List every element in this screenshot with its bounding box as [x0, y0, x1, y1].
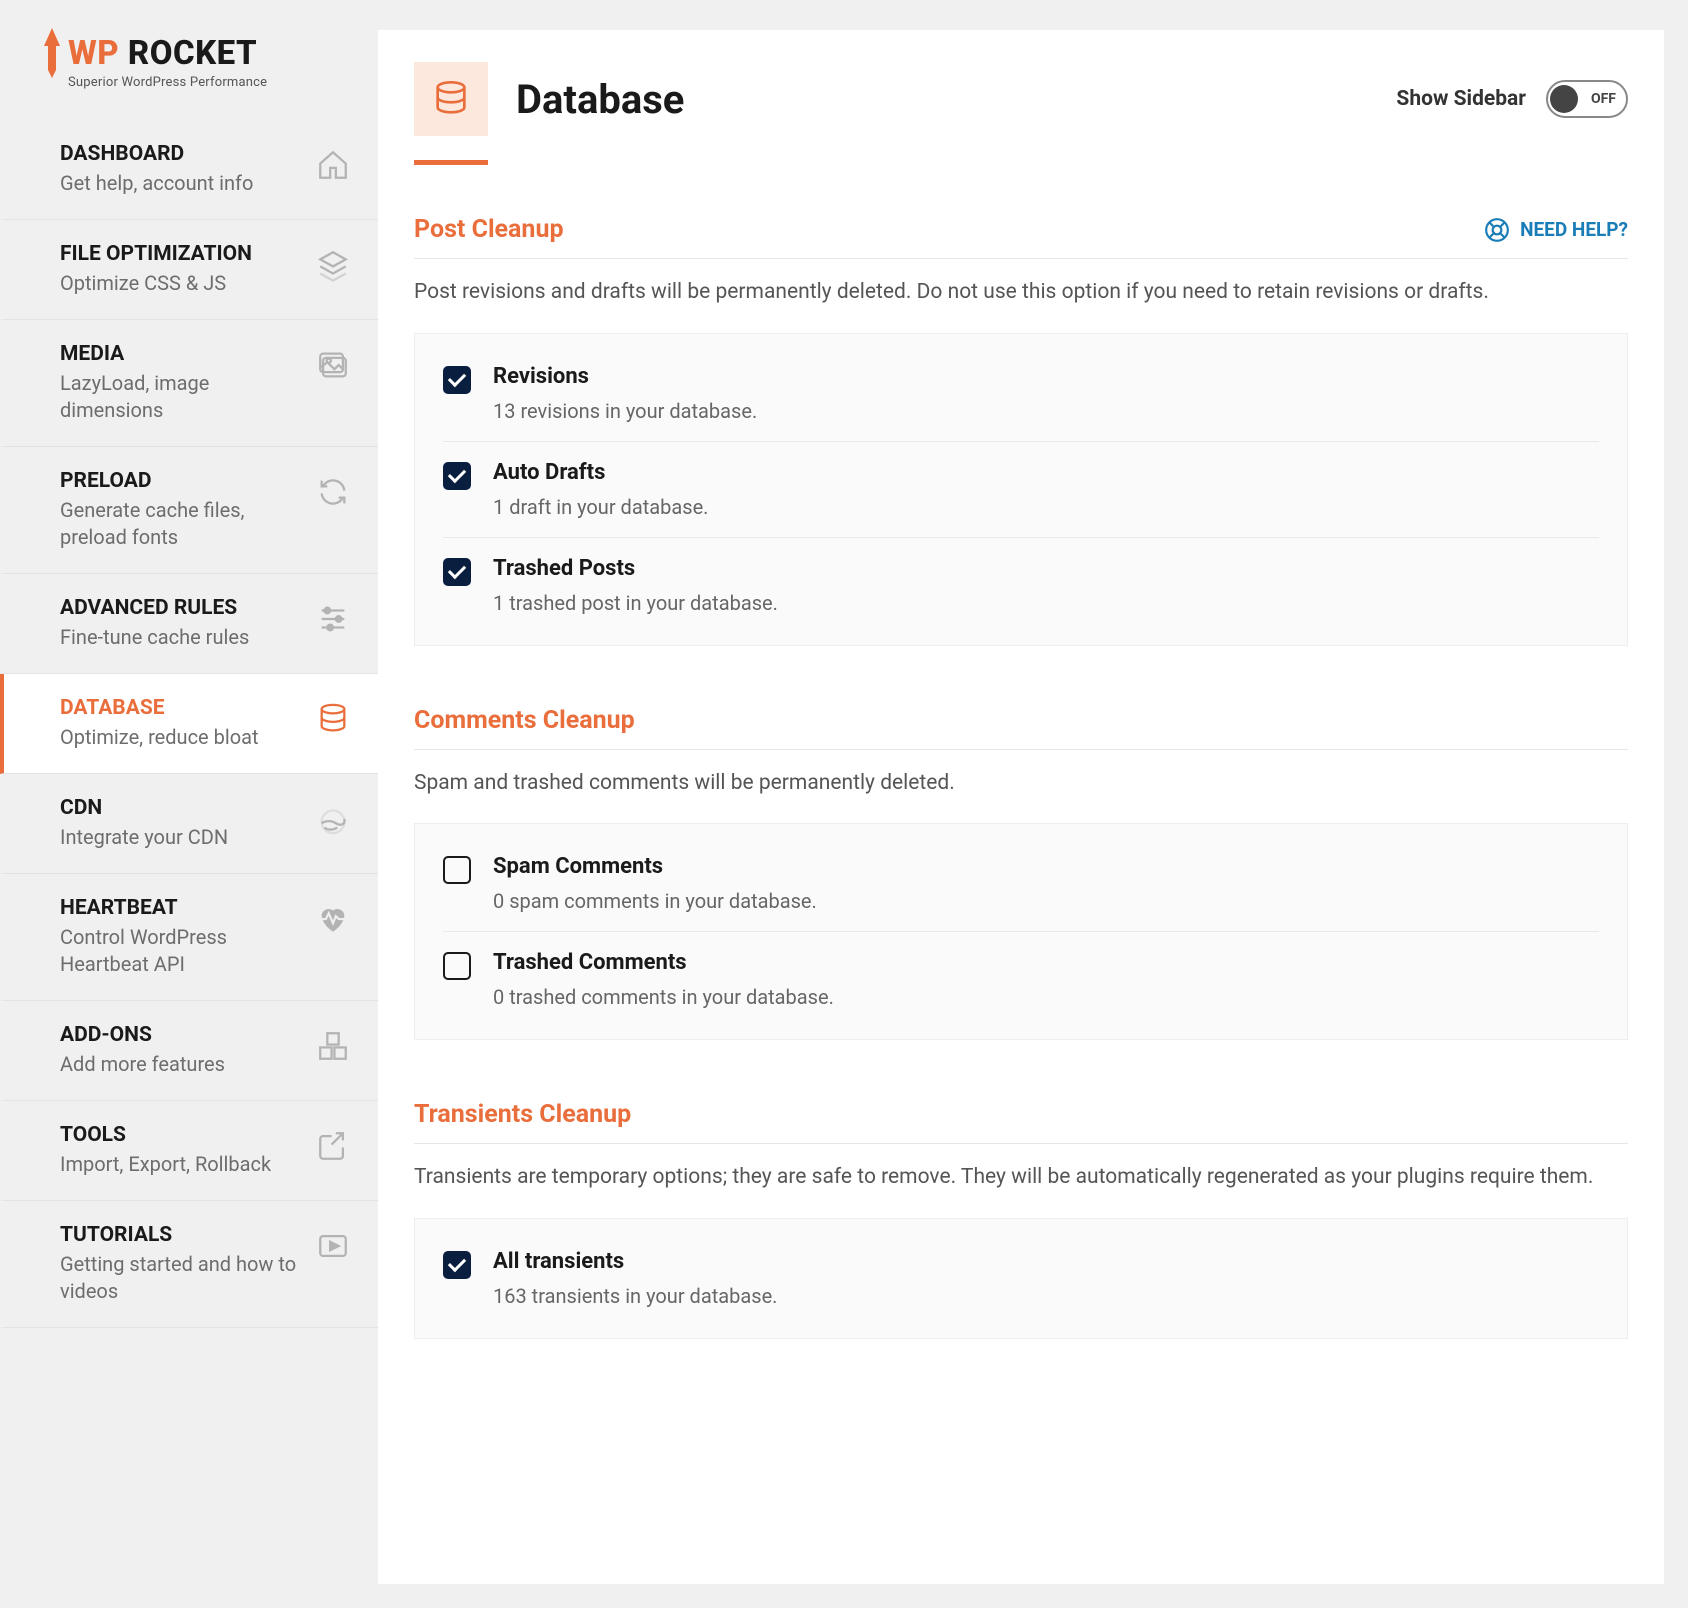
- option-sub: 163 transients in your database.: [493, 1284, 777, 1308]
- boxes-icon: [316, 1029, 350, 1063]
- images-icon: [316, 348, 350, 382]
- layers-icon: [316, 248, 350, 282]
- option-sub: 1 trashed post in your database.: [493, 591, 778, 615]
- nav-title: TUTORIALS: [60, 1223, 304, 1247]
- need-help-label: NEED HELP?: [1520, 218, 1628, 241]
- export-icon: [316, 1129, 350, 1163]
- section-desc: Transients are temporary options; they a…: [414, 1162, 1628, 1194]
- show-sidebar-label: Show Sidebar: [1396, 87, 1526, 111]
- sidebar-item-file-optimization[interactable]: FILE OPTIMIZATION Optimize CSS & JS: [0, 220, 378, 320]
- nav-title: CDN: [60, 796, 304, 820]
- nav-title: DATABASE: [60, 696, 304, 720]
- need-help-link[interactable]: NEED HELP?: [1484, 217, 1628, 243]
- sidebar-item-preload[interactable]: PRELOAD Generate cache files, preload fo…: [0, 447, 378, 574]
- option-row: Spam Comments 0 spam comments in your da…: [443, 848, 1599, 932]
- section-desc: Spam and trashed comments will be perman…: [414, 768, 1628, 800]
- option-label: All transients: [493, 1249, 777, 1274]
- option-row: All transients 163 transients in your da…: [443, 1243, 1599, 1314]
- nav-subtitle: Add more features: [60, 1051, 304, 1078]
- nav-subtitle: Control WordPress Heartbeat API: [60, 924, 304, 978]
- option-label: Trashed Comments: [493, 950, 834, 975]
- nav-subtitle: Get help, account info: [60, 170, 304, 197]
- lifebuoy-icon: [1484, 217, 1510, 243]
- option-label: Revisions: [493, 364, 757, 389]
- option-label: Trashed Posts: [493, 556, 778, 581]
- page-title: Database: [516, 76, 684, 123]
- brand-logo: WP ROCKET Superior WordPress Performance: [0, 0, 378, 120]
- refresh-icon: [316, 475, 350, 509]
- checkbox[interactable]: [443, 462, 471, 490]
- section-title: Transients Cleanup: [414, 1100, 631, 1129]
- video-icon: [316, 1229, 350, 1263]
- nav-title: DASHBOARD: [60, 142, 304, 166]
- nav-subtitle: Fine-tune cache rules: [60, 624, 304, 651]
- main-content: Database Show Sidebar OFF Post Cleanup N…: [378, 30, 1664, 1584]
- nav-subtitle: Getting started and how to videos: [60, 1251, 304, 1305]
- section-transients-cleanup: Transients Cleanup Transients are tempor…: [414, 1100, 1628, 1339]
- nav-title: TOOLS: [60, 1123, 304, 1147]
- sidebar-item-tutorials[interactable]: TUTORIALS Getting started and how to vid…: [0, 1201, 378, 1328]
- section-comments-cleanup: Comments Cleanup Spam and trashed commen…: [414, 706, 1628, 1041]
- option-row: Revisions 13 revisions in your database.: [443, 358, 1599, 442]
- nav-subtitle: Import, Export, Rollback: [60, 1151, 304, 1178]
- database-icon: [316, 702, 350, 736]
- home-icon: [316, 148, 350, 182]
- nav-subtitle: Optimize CSS & JS: [60, 270, 304, 297]
- toggle-state-text: OFF: [1591, 91, 1616, 107]
- options-panel: Spam Comments 0 spam comments in your da…: [414, 823, 1628, 1040]
- sidebar-item-heartbeat[interactable]: HEARTBEAT Control WordPress Heartbeat AP…: [0, 874, 378, 1001]
- option-row: Trashed Posts 1 trashed post in your dat…: [443, 538, 1599, 621]
- sidebar-item-database[interactable]: DATABASE Optimize, reduce bloat: [0, 674, 378, 774]
- sidebar-item-media[interactable]: MEDIA LazyLoad, image dimensions: [0, 320, 378, 447]
- sliders-icon: [316, 602, 350, 636]
- section-title: Comments Cleanup: [414, 706, 635, 735]
- nav-title: MEDIA: [60, 342, 304, 366]
- globe-icon: [316, 802, 350, 836]
- toggle-knob: [1550, 85, 1578, 113]
- option-label: Spam Comments: [493, 854, 817, 879]
- sidebar-item-add-ons[interactable]: ADD-ONS Add more features: [0, 1001, 378, 1101]
- sidebar-item-advanced-rules[interactable]: ADVANCED RULES Fine-tune cache rules: [0, 574, 378, 674]
- option-row: Trashed Comments 0 trashed comments in y…: [443, 932, 1599, 1015]
- nav-subtitle: Integrate your CDN: [60, 824, 304, 851]
- nav-title: ADD-ONS: [60, 1023, 304, 1047]
- brand-name-part2: ROCKET: [119, 34, 257, 73]
- options-panel: Revisions 13 revisions in your database.…: [414, 333, 1628, 646]
- sidebar-item-cdn[interactable]: CDN Integrate your CDN: [0, 774, 378, 874]
- option-sub: 13 revisions in your database.: [493, 399, 757, 423]
- option-row: Auto Drafts 1 draft in your database.: [443, 442, 1599, 538]
- option-sub: 0 trashed comments in your database.: [493, 985, 834, 1009]
- section-title: Post Cleanup: [414, 215, 564, 244]
- sidebar-item-dashboard[interactable]: DASHBOARD Get help, account info: [0, 120, 378, 220]
- sidebar-item-tools[interactable]: TOOLS Import, Export, Rollback: [0, 1101, 378, 1201]
- options-panel: All transients 163 transients in your da…: [414, 1218, 1628, 1339]
- page-header: Database Show Sidebar OFF: [414, 30, 1628, 160]
- database-icon: [414, 62, 488, 136]
- heartbeat-icon: [316, 902, 350, 936]
- option-sub: 0 spam comments in your database.: [493, 889, 817, 913]
- nav-subtitle: Generate cache files, preload fonts: [60, 497, 304, 551]
- option-label: Auto Drafts: [493, 460, 708, 485]
- section-desc: Post revisions and drafts will be perman…: [414, 277, 1628, 309]
- option-sub: 1 draft in your database.: [493, 495, 708, 519]
- section-post-cleanup: Post Cleanup NEED HELP? Post revisions a…: [414, 215, 1628, 646]
- checkbox[interactable]: [443, 366, 471, 394]
- show-sidebar-toggle[interactable]: OFF: [1546, 80, 1628, 118]
- checkbox[interactable]: [443, 856, 471, 884]
- nav-title: PRELOAD: [60, 469, 304, 493]
- nav-title: ADVANCED RULES: [60, 596, 304, 620]
- checkbox[interactable]: [443, 952, 471, 980]
- brand-name-part1: WP: [68, 34, 119, 73]
- sidebar-nav: DASHBOARD Get help, account info FILE OP…: [0, 120, 378, 1328]
- nav-subtitle: LazyLoad, image dimensions: [60, 370, 304, 424]
- nav-title: FILE OPTIMIZATION: [60, 242, 304, 266]
- accent-bar: [414, 160, 488, 165]
- sidebar: WP ROCKET Superior WordPress Performance…: [0, 0, 378, 1608]
- brand-tagline: Superior WordPress Performance: [68, 75, 354, 90]
- rocket-icon: [40, 28, 64, 84]
- nav-title: HEARTBEAT: [60, 896, 304, 920]
- checkbox[interactable]: [443, 558, 471, 586]
- checkbox[interactable]: [443, 1251, 471, 1279]
- nav-subtitle: Optimize, reduce bloat: [60, 724, 304, 751]
